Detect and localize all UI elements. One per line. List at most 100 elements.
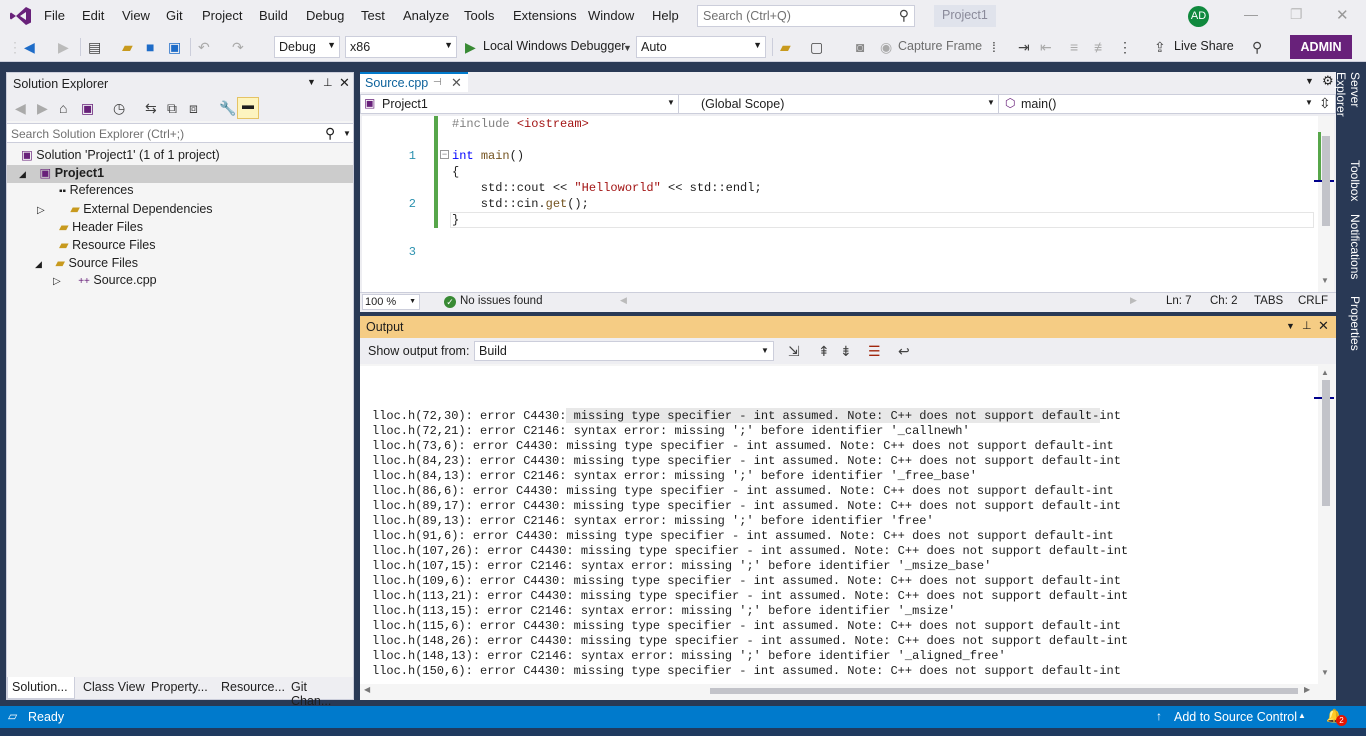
new-project-icon[interactable]: ▤ <box>88 39 101 55</box>
switch-views-icon[interactable]: ▣ <box>81 100 94 116</box>
clear-all-icon[interactable]: ☰ <box>868 343 881 359</box>
menu-project[interactable]: Project <box>202 8 242 23</box>
menu-edit[interactable]: Edit <box>82 8 104 23</box>
chevron-up-icon[interactable]: ▲ <box>1298 711 1306 720</box>
scroll-down-icon[interactable]: ▼ <box>1321 276 1329 285</box>
code-editor[interactable]: 1 2 3 4 5 6 7 − #include <iostream> int … <box>362 116 1318 451</box>
menu-tools[interactable]: Tools <box>464 8 494 23</box>
scroll-thumb[interactable] <box>1322 136 1330 226</box>
configuration-dropdown[interactable]: Debug ▼ <box>274 36 340 58</box>
show-all-files-icon[interactable]: ⧈ <box>189 100 198 116</box>
search-box[interactable]: Search (Ctrl+Q) ⚲ <box>697 5 915 27</box>
admin-badge[interactable]: ADMIN <box>1290 35 1352 59</box>
live-share-icon[interactable]: ⇪ <box>1154 39 1166 55</box>
app-insights-icon[interactable]: ▢ <box>810 39 823 55</box>
minimize-icon[interactable]: — <box>1244 6 1258 22</box>
menu-window[interactable]: Window <box>588 8 634 23</box>
back-icon[interactable]: ◀ <box>15 100 26 116</box>
side-tab-toolbox[interactable]: Toolbox <box>1338 160 1362 208</box>
tab-class-view[interactable]: Class View <box>79 677 149 699</box>
next-message-icon[interactable]: ⇟ <box>840 343 852 359</box>
tab-git-changes[interactable]: Git Chan... <box>287 677 353 708</box>
tree-item-references[interactable]: ▪▪ References <box>59 183 134 201</box>
forward-icon[interactable]: ▶ <box>37 100 48 116</box>
visual-studio-logo-icon[interactable] <box>10 6 32 26</box>
prev-message-icon[interactable]: ⇞ <box>818 343 830 359</box>
chevron-down-icon[interactable]: ▼ <box>623 40 632 56</box>
nav-scope-dropdown[interactable]: (Global Scope) ▼ <box>681 95 999 113</box>
side-tab-properties[interactable]: Properties <box>1338 296 1362 354</box>
restore-icon[interactable]: ❐ <box>1290 6 1303 23</box>
nav-member-dropdown[interactable]: ⬡ main() ▼ <box>1001 95 1315 113</box>
tree-item-project[interactable]: ◢ ▣ Project1 <box>7 165 353 183</box>
output-horizontal-scrollbar[interactable]: ◀ ▶ <box>360 684 1318 698</box>
back-icon[interactable]: ◀ <box>24 39 35 55</box>
close-icon[interactable]: ✕ <box>339 75 350 91</box>
output-source-dropdown[interactable]: Build ▼ <box>474 341 774 361</box>
capture-frame-label[interactable]: Capture Frame <box>898 39 982 53</box>
issues-status[interactable]: No issues found <box>460 295 542 307</box>
collapse-all-icon[interactable]: ⧉ <box>167 100 177 116</box>
menu-git[interactable]: Git <box>166 8 183 23</box>
undo-icon[interactable]: ↶ <box>198 39 210 55</box>
column-indicator[interactable]: Ch: 2 <box>1210 295 1238 307</box>
hscroll-right-icon[interactable]: ▶ <box>1130 295 1137 306</box>
line-ending-indicator[interactable]: CRLF <box>1298 295 1328 307</box>
save-all-icon[interactable]: ▣ <box>168 39 181 55</box>
tab-property[interactable]: Property... <box>147 677 212 699</box>
redo-icon[interactable]: ↷ <box>232 39 244 55</box>
platform-dropdown[interactable]: x86 ▼ <box>345 36 457 58</box>
properties-wrench-icon[interactable]: 🔧 <box>219 100 236 116</box>
output-vertical-scrollbar[interactable]: ▲ ▼ <box>1314 366 1334 684</box>
step-icon[interactable]: ⁞ <box>992 39 996 55</box>
side-tab-notifications[interactable]: Notifications <box>1338 214 1362 290</box>
tab-solution[interactable]: Solution... <box>7 677 75 699</box>
tab-source-cpp[interactable]: Source.cpp ⊣ ✕ <box>360 72 468 92</box>
close-tab-icon[interactable]: ✕ <box>451 75 462 91</box>
tree-item-header-files[interactable]: ▰ Header Files <box>59 219 143 237</box>
side-tab-server-explorer[interactable]: Server Explorer <box>1334 72 1362 154</box>
live-share-button[interactable]: Live Share <box>1174 39 1234 53</box>
hscroll-left-icon[interactable]: ◀ <box>620 295 627 306</box>
pin-icon[interactable]: ⊥ <box>323 76 333 89</box>
tree-item-solution[interactable]: ▣ Solution 'Project1' (1 of 1 project) <box>21 147 220 165</box>
chevron-down-icon[interactable]: ▼ <box>1305 76 1314 86</box>
menu-test[interactable]: Test <box>361 8 385 23</box>
tree-item-external-dependencies[interactable]: ▷ ▰ External Dependencies <box>37 201 213 219</box>
word-wrap-icon[interactable]: ↩ <box>898 343 910 359</box>
menu-extensions[interactable]: Extensions <box>513 8 577 23</box>
run-target-label[interactable]: Local Windows Debugger <box>483 39 625 53</box>
close-window-icon[interactable]: ✕ <box>1336 6 1349 24</box>
tree-item-source-cpp[interactable]: ▷ ++ Source.cpp <box>53 273 157 291</box>
outdent-icon[interactable]: ⇤ <box>1040 39 1052 55</box>
sync-icon[interactable]: ⇆ <box>145 100 157 116</box>
collapse-region-icon[interactable]: − <box>440 150 449 159</box>
auto-dropdown[interactable]: Auto ▼ <box>636 36 766 58</box>
folder-icon[interactable]: ▰ <box>780 39 791 55</box>
pin-icon[interactable]: ⊥ <box>1302 319 1312 332</box>
chevron-down-icon[interactable]: ▼ <box>343 129 351 138</box>
comment-icon[interactable]: ≡ <box>1070 39 1078 55</box>
nav-project-dropdown[interactable]: ▣ Project1 ▼ <box>361 95 679 113</box>
solution-search-input[interactable]: Search Solution Explorer (Ctrl+;) ⚲ ▼ <box>7 123 353 143</box>
scroll-up-icon[interactable]: ▲ <box>1321 368 1329 377</box>
chevron-down-icon[interactable]: ▼ <box>1286 321 1295 331</box>
feedback-icon[interactable]: ⚲ <box>1252 39 1262 55</box>
menu-file[interactable]: File <box>44 8 65 23</box>
uncomment-icon[interactable]: ≢ <box>1094 39 1108 55</box>
camera-icon[interactable]: ◙ <box>856 39 864 55</box>
menu-view[interactable]: View <box>122 8 150 23</box>
tree-item-source-files[interactable]: ◢ ▰ Source Files <box>35 255 138 273</box>
preview-selected-icon[interactable]: ▬ <box>237 97 259 119</box>
find-message-icon[interactable]: ⇲ <box>788 343 800 359</box>
line-indicator[interactable]: Ln: 7 <box>1166 295 1192 307</box>
scroll-thumb[interactable] <box>1322 380 1330 506</box>
scroll-left-icon[interactable]: ◀ <box>364 685 370 694</box>
zoom-dropdown[interactable]: 100 % ▼ <box>362 294 420 310</box>
split-editor-icon[interactable]: ⇳ <box>1319 95 1331 112</box>
forward-icon[interactable]: ▶ <box>58 39 69 55</box>
menu-analyze[interactable]: Analyze <box>403 8 449 23</box>
tabs-indicator[interactable]: TABS <box>1254 295 1283 307</box>
menu-debug[interactable]: Debug <box>306 8 344 23</box>
scroll-down-icon[interactable]: ▼ <box>1321 668 1329 677</box>
